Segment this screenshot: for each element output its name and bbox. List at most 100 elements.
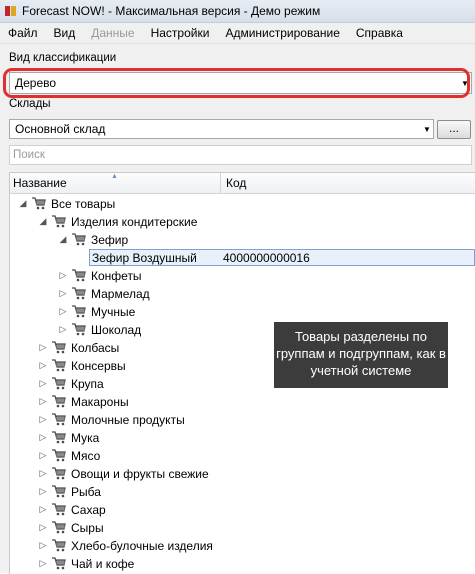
tree-row-label: Макароны xyxy=(71,395,129,409)
shopping-cart-icon xyxy=(52,431,66,444)
tree-row-label: Мармелад xyxy=(91,287,150,301)
tree-row-label: Овощи и фрукты свежие xyxy=(71,467,209,481)
column-header-code[interactable]: Код xyxy=(226,176,246,190)
title-bar: Forecast NOW! - Максимальная версия - Де… xyxy=(0,0,475,23)
tree-row-label: Мучные xyxy=(91,305,136,319)
menu-settings[interactable]: Настройки xyxy=(143,26,218,40)
expand-toggle-icon[interactable]: ▷ xyxy=(38,342,48,353)
chevron-down-icon: ▼ xyxy=(423,124,431,134)
expand-toggle-icon[interactable]: ▷ xyxy=(38,378,48,389)
shopping-cart-icon xyxy=(52,503,66,516)
tree-row-label: Крупа xyxy=(71,377,104,391)
tree-row-label: Изделия кондитерские xyxy=(71,215,198,229)
search-input[interactable]: Поиск xyxy=(9,145,472,165)
expand-toggle-icon[interactable]: ▷ xyxy=(38,432,48,443)
shopping-cart-icon xyxy=(72,323,86,336)
sort-ascending-icon[interactable]: ▲ xyxy=(111,173,118,180)
shopping-cart-icon xyxy=(52,377,66,390)
expand-toggle-icon[interactable]: ▷ xyxy=(38,504,48,515)
shopping-cart-icon xyxy=(72,269,86,282)
menu-administration[interactable]: Администрирование xyxy=(217,26,347,40)
tree-row[interactable]: ▷ Мучные xyxy=(10,303,475,321)
classification-label: Вид классификации xyxy=(9,52,117,64)
tree-row[interactable]: ▷ Хлебо-булочные изделия xyxy=(10,537,475,555)
tree-row[interactable]: ▷ Сахар xyxy=(10,501,475,519)
warehouses-label: Склады xyxy=(9,98,51,110)
grid-header: ▲ Название Код xyxy=(10,173,475,194)
tree-row-code: 4000000000016 xyxy=(223,251,310,265)
tree-row-label: Чай и кофе xyxy=(71,557,135,571)
callout-note: Товары разделены по группам и подгруппам… xyxy=(274,322,448,388)
menu-bar: Файл Вид Данные Настройки Администрирова… xyxy=(0,23,475,44)
shopping-cart-icon xyxy=(72,287,86,300)
tree-row[interactable]: ▷ Конфеты xyxy=(10,267,475,285)
expand-toggle-icon[interactable]: ▷ xyxy=(38,540,48,551)
shopping-cart-icon xyxy=(52,413,66,426)
tree-row[interactable]: ▷ Чай и кофе xyxy=(10,555,475,573)
shopping-cart-icon xyxy=(52,215,66,228)
shopping-cart-icon xyxy=(52,539,66,552)
shopping-cart-icon xyxy=(52,395,66,408)
tree-row-label: Конфеты xyxy=(91,269,142,283)
shopping-cart-icon xyxy=(52,485,66,498)
app-logo-icon xyxy=(5,5,17,17)
tree-row[interactable]: ▷ Мармелад xyxy=(10,285,475,303)
shopping-cart-icon xyxy=(52,467,66,480)
tree-row[interactable]: ▷ Молочные продукты xyxy=(10,411,475,429)
highlight-frame xyxy=(3,68,470,98)
expand-toggle-icon[interactable]: ▷ xyxy=(38,414,48,425)
tree-row-label: Мясо xyxy=(71,449,101,463)
tree-row-label: Мука xyxy=(71,431,100,445)
menu-file[interactable]: Файл xyxy=(0,26,46,40)
expand-toggle-icon[interactable]: ▷ xyxy=(58,270,68,281)
shopping-cart-icon xyxy=(52,341,66,354)
tree-row[interactable]: ▷ Мясо xyxy=(10,447,475,465)
tree-row-label: Хлебо-булочные изделия xyxy=(71,539,213,553)
tree-row[interactable]: ▷ Овощи и фрукты свежие xyxy=(10,465,475,483)
tree-row-label: Шоколад xyxy=(91,323,142,337)
expand-toggle-icon[interactable]: ▷ xyxy=(58,324,68,335)
tree-row-label: Сыры xyxy=(71,521,104,535)
tree-row-label: Молочные продукты xyxy=(71,413,185,427)
tree-row-label: Рыба xyxy=(71,485,101,499)
column-header-name[interactable]: Название xyxy=(13,176,67,190)
warehouse-value: Основной склад xyxy=(15,122,106,136)
expand-toggle-icon[interactable]: ▷ xyxy=(38,450,48,461)
tree-row-label: Зефир xyxy=(91,233,129,247)
tree-row[interactable]: ▷ Сыры xyxy=(10,519,475,537)
expand-toggle-icon[interactable]: ▷ xyxy=(58,288,68,299)
tree-row[interactable]: ▷ Мука xyxy=(10,429,475,447)
menu-data[interactable]: Данные xyxy=(83,26,142,40)
window-title: Forecast NOW! - Максимальная версия - Де… xyxy=(22,4,321,18)
expand-toggle-icon[interactable]: ▷ xyxy=(38,468,48,479)
tree-row[interactable]: ◢ Зефир xyxy=(10,231,475,249)
tree-row-label: Колбасы xyxy=(71,341,120,355)
expand-toggle-icon[interactable]: ▷ xyxy=(38,396,48,407)
tree-row[interactable]: Зефир Воздушный 4000000000016 xyxy=(10,249,475,267)
browse-warehouses-button[interactable]: ... xyxy=(437,120,471,139)
tree-row-label: Зефир Воздушный xyxy=(92,251,197,265)
warehouse-select[interactable]: Основной склад ▼ xyxy=(9,119,434,139)
tree-row-label: Все товары xyxy=(51,197,116,211)
shopping-cart-icon xyxy=(52,359,66,372)
collapse-toggle-icon[interactable]: ◢ xyxy=(58,234,68,245)
expand-toggle-icon[interactable]: ▷ xyxy=(38,522,48,533)
tree-row[interactable]: ▷ Макароны xyxy=(10,393,475,411)
shopping-cart-icon xyxy=(52,557,66,570)
tree-row[interactable]: ▷ Рыба xyxy=(10,483,475,501)
collapse-toggle-icon[interactable]: ◢ xyxy=(38,216,48,227)
column-divider[interactable] xyxy=(220,173,221,193)
menu-help[interactable]: Справка xyxy=(348,26,411,40)
collapse-toggle-icon[interactable]: ◢ xyxy=(18,198,28,209)
expand-toggle-icon[interactable]: ▷ xyxy=(38,486,48,497)
expand-toggle-icon[interactable]: ▷ xyxy=(58,306,68,317)
tree-row[interactable]: ◢ Все товары xyxy=(10,195,475,213)
tree-row[interactable]: ◢ Изделия кондитерские xyxy=(10,213,475,231)
shopping-cart-icon xyxy=(52,521,66,534)
shopping-cart-icon xyxy=(72,305,86,318)
tree-row-label: Сахар xyxy=(71,503,106,517)
shopping-cart-icon xyxy=(32,197,46,210)
menu-view[interactable]: Вид xyxy=(46,26,84,40)
expand-toggle-icon[interactable]: ▷ xyxy=(38,360,48,371)
expand-toggle-icon[interactable]: ▷ xyxy=(38,558,48,569)
